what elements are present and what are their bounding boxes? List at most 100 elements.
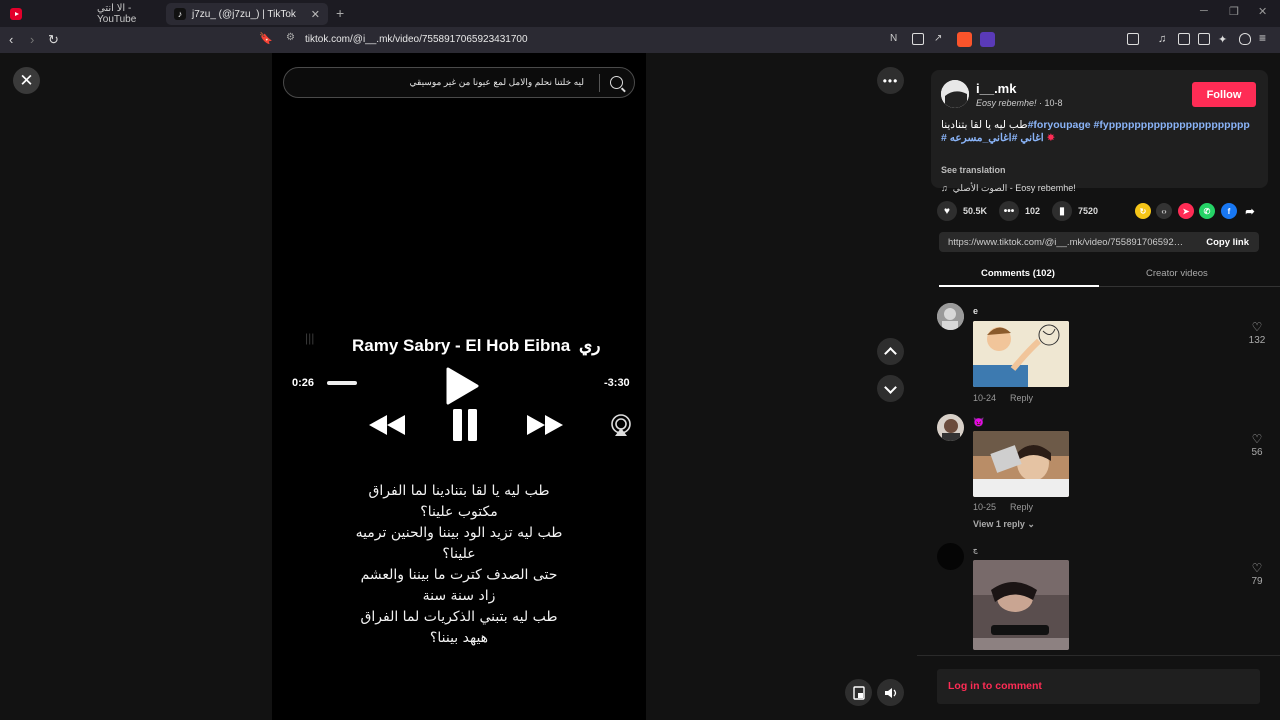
close-video-button[interactable]: ✕ xyxy=(13,67,40,94)
sidebar-toggle-icon[interactable] xyxy=(1127,33,1139,45)
search-icon[interactable] xyxy=(610,76,623,89)
post-info-card: i__.mk Eοsy rebemhe! · 10-8 Follow طب لي… xyxy=(931,70,1268,193)
close-tab-icon[interactable]: ✕ xyxy=(311,8,320,21)
like-count: 50.5K xyxy=(963,206,988,216)
comment-like-count: 132 xyxy=(1248,335,1266,346)
repost-icon[interactable]: ↻ xyxy=(1135,203,1151,219)
panel-icon[interactable] xyxy=(1178,33,1190,45)
more-options-button[interactable]: ••• xyxy=(877,67,904,94)
media-icon[interactable]: ♫ xyxy=(1158,33,1170,45)
wallet-icon[interactable] xyxy=(1198,33,1210,45)
share-icon[interactable]: ➦ xyxy=(1242,203,1258,219)
airplay-icon[interactable] xyxy=(609,413,633,437)
bookmark-icon[interactable]: 🔖 xyxy=(259,32,273,45)
desc-text: طب ليه يا لقا بتنادينا xyxy=(941,119,1028,131)
comment-photo-image[interactable] xyxy=(973,431,1069,497)
search-input[interactable]: ليه خلتنا نحلم والامل لمع عيونا من غير م… xyxy=(410,77,584,88)
tiktok-icon: ♪ xyxy=(174,8,186,20)
tab-youtube[interactable]: الا انتي - YouTube xyxy=(2,3,164,25)
commenter-avatar[interactable] xyxy=(937,303,964,330)
new-tab-button[interactable]: + xyxy=(336,5,344,21)
rewind-icon[interactable] xyxy=(367,413,407,437)
previous-video-button[interactable] xyxy=(877,338,904,365)
music-link[interactable]: ♫ الصوت الأصلي - Eοsy rebemhe! xyxy=(941,183,1076,194)
pause-icon[interactable] xyxy=(452,408,478,442)
mini-player-button[interactable] xyxy=(845,679,872,706)
search-bar[interactable]: ليه خلتنا نحلم والامل لمع عيونا من غير م… xyxy=(283,67,635,98)
back-icon[interactable]: ‹ xyxy=(9,32,13,47)
next-video-button[interactable] xyxy=(877,375,904,402)
comment-button[interactable]: ••• 102 xyxy=(999,201,1040,221)
reply-button[interactable]: Reply xyxy=(1010,502,1033,512)
heart-emoji-icon: ✸ xyxy=(1046,132,1056,144)
like-button[interactable]: ♥ 50.5K xyxy=(937,201,987,221)
post-date: 10-8 xyxy=(1044,98,1063,108)
close-window-icon[interactable]: ✕ xyxy=(1258,5,1267,18)
forward-icon[interactable]: › xyxy=(30,32,34,47)
play-icon[interactable] xyxy=(443,366,481,406)
fast-forward-icon[interactable] xyxy=(525,413,565,437)
vpn-shield-icon[interactable] xyxy=(1239,33,1251,45)
video-link[interactable]: https://www.tiktok.com/@i__.mk/video/755… xyxy=(948,237,1188,248)
share-page-icon[interactable]: ↗ xyxy=(934,33,946,45)
comment-icon: ••• xyxy=(999,201,1019,221)
author-avatar[interactable] xyxy=(941,80,969,108)
brave-shields-icon[interactable] xyxy=(957,32,972,47)
song-title-suffix: ري xyxy=(579,336,601,355)
tab-tiktok[interactable]: ♪ j7zu_ (@j7zu_) | TikTok ✕ xyxy=(166,3,328,25)
more-icon: ••• xyxy=(882,73,899,88)
hashtag[interactable]: #fypppppppppppppppppppppp xyxy=(1094,119,1250,131)
avatar-image xyxy=(937,303,964,330)
comment-item: ج ♡ 79 xyxy=(937,543,1267,653)
leo-ai-icon[interactable]: ✦ xyxy=(1218,33,1230,46)
site-info-icon[interactable]: ⚙ xyxy=(286,32,295,43)
save-button[interactable]: ▮ 7520 xyxy=(1052,201,1098,221)
view-replies-button[interactable]: View 1 reply ⌄ xyxy=(973,519,1035,530)
commenter-name[interactable]: e xyxy=(973,306,978,316)
song-title: Ramy Sabry - El Hob Eibna xyxy=(352,336,571,355)
embed-icon[interactable]: ‹› xyxy=(1156,203,1172,219)
music-title: الصوت الأصلي - Eοsy rebemhe! xyxy=(952,183,1076,193)
facebook-icon[interactable]: f xyxy=(1221,203,1237,219)
cast-icon[interactable] xyxy=(912,33,924,45)
menu-icon[interactable]: ≡ xyxy=(1259,31,1271,45)
commenter-name[interactable]: 👿 xyxy=(973,417,984,428)
comment-like-button[interactable]: ♡ 56 xyxy=(1247,433,1267,458)
commenter-name[interactable]: ج xyxy=(973,546,978,554)
tab-comments[interactable]: Comments (102) xyxy=(981,268,1055,279)
commenter-avatar[interactable] xyxy=(937,543,964,570)
avatar-image xyxy=(941,80,969,108)
copy-link-button[interactable]: Copy link xyxy=(1206,237,1249,248)
author-username[interactable]: i__.mk xyxy=(976,81,1016,96)
heart-outline-icon: ♡ xyxy=(1251,320,1263,334)
url-field[interactable]: tiktok.com/@i__.mk/video/755891706592343… xyxy=(305,34,528,45)
comment-like-button[interactable]: ♡ 79 xyxy=(1247,562,1267,587)
lyric-line: طب ليه بتبني الذكريات لما الفراق xyxy=(360,609,558,625)
reader-mode-icon[interactable]: N xyxy=(890,33,902,45)
comment-photo-image[interactable] xyxy=(973,560,1069,650)
minimize-icon[interactable]: ─ xyxy=(1200,5,1208,17)
heart-outline-icon: ♡ xyxy=(1251,432,1263,446)
see-translation-link[interactable]: See translation xyxy=(941,165,1006,175)
sticker-illustration xyxy=(973,321,1069,387)
whatsapp-icon[interactable]: ✆ xyxy=(1199,203,1215,219)
reload-icon[interactable]: ↻ xyxy=(48,32,59,48)
brave-rewards-icon[interactable] xyxy=(980,32,995,47)
action-row: ♥ 50.5K ••• 102 ▮ 7520 ↻ ‹› ➤ ✆ f ➦ xyxy=(937,201,1267,223)
follow-button[interactable]: Follow xyxy=(1192,82,1256,107)
reply-button[interactable]: Reply xyxy=(1010,393,1033,403)
login-to-comment-link[interactable]: Log in to comment xyxy=(948,680,1042,692)
volume-button[interactable] xyxy=(877,679,904,706)
comment-item: e 10-24 Reply ♡ 132 xyxy=(937,303,1267,403)
maximize-icon[interactable]: ❐ xyxy=(1229,5,1239,18)
commenter-avatar[interactable] xyxy=(937,414,964,441)
video-player[interactable]: ليه خلتنا نحلم والامل لمع عيونا من غير م… xyxy=(272,53,646,720)
comment-sticker-image[interactable] xyxy=(973,321,1069,387)
login-box[interactable]: Log in to comment xyxy=(937,669,1260,704)
tab-creator-videos[interactable]: Creator videos xyxy=(1146,268,1208,279)
hashtag[interactable]: #foryoupage xyxy=(1028,119,1091,131)
hashtag[interactable]: #اغاني_مسرعه xyxy=(950,132,1018,144)
progress-bar[interactable] xyxy=(327,381,357,385)
comment-like-button[interactable]: ♡ 132 xyxy=(1247,321,1267,346)
send-icon[interactable]: ➤ xyxy=(1178,203,1194,219)
